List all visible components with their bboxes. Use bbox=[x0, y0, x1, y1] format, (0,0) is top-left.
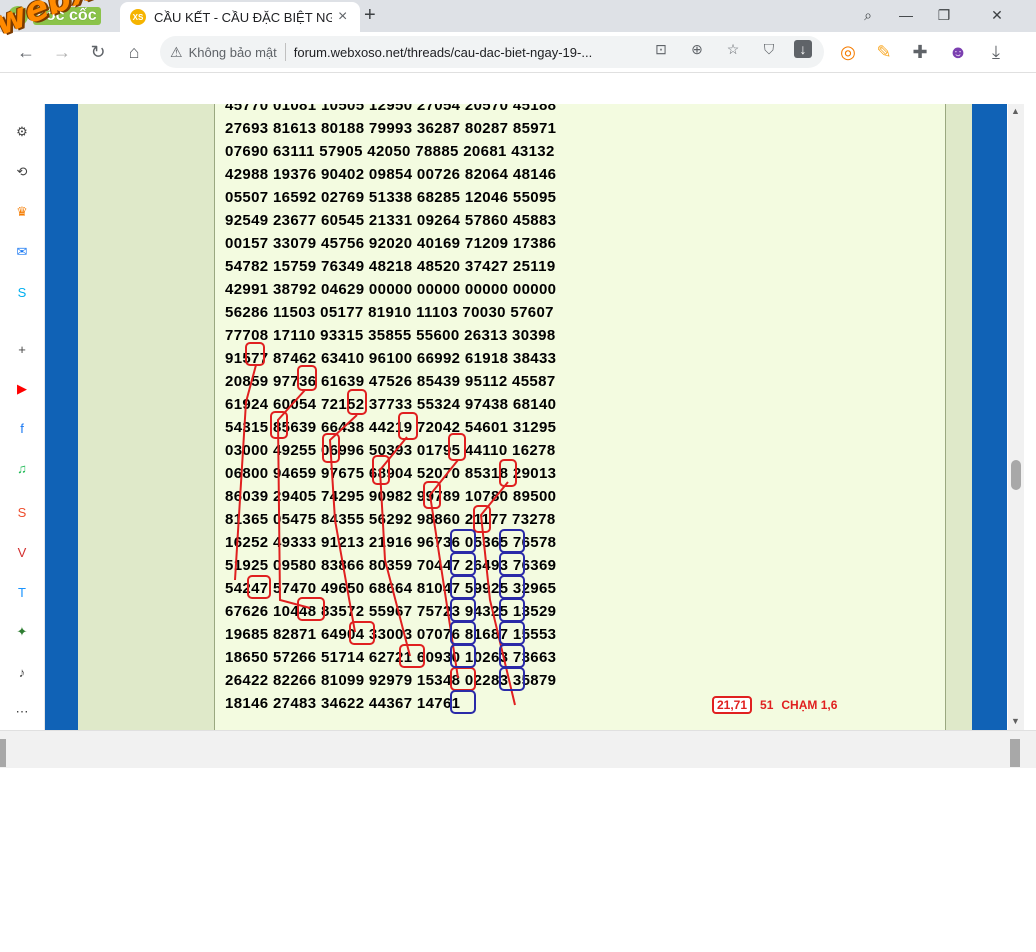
notification-bell-icon[interactable]: ♪ bbox=[10, 660, 34, 684]
number-row: 81365 05475 84355 56292 98860 21177 7327… bbox=[225, 511, 556, 528]
number-row: 91577 87462 63410 96100 66992 61918 3843… bbox=[225, 350, 557, 367]
prediction-line: 21,71 51 CHẠM 1,6 bbox=[712, 694, 837, 716]
bookmark-star-icon[interactable]: ☆ bbox=[724, 40, 742, 58]
popup-blocked-icon[interactable]: ⊡ bbox=[652, 40, 670, 58]
vertical-scrollbar[interactable]: ▲ ▼ bbox=[1008, 104, 1024, 730]
tiki-icon[interactable]: T bbox=[10, 580, 34, 604]
number-row: 18650 57266 51714 62721 60930 10263 7366… bbox=[225, 649, 557, 666]
profile-avatar-icon[interactable]: ☻ bbox=[946, 40, 970, 64]
crown-icon[interactable]: ♛ bbox=[10, 200, 34, 224]
security-label[interactable]: Không bảo mật bbox=[189, 45, 277, 60]
blank-area bbox=[0, 768, 1036, 952]
minimize-icon[interactable]: — bbox=[894, 3, 918, 27]
number-row: 45770 01081 10505 12950 27054 20570 4518… bbox=[225, 104, 557, 114]
number-row: 61924 60054 72152 37733 55324 97438 6814… bbox=[225, 396, 557, 413]
home-icon[interactable]: ⌂ bbox=[122, 40, 146, 64]
number-row: 86039 29405 74295 90982 99789 10780 8950… bbox=[225, 488, 557, 505]
number-row: 42991 38792 04629 00000 00000 00000 0000… bbox=[225, 281, 557, 298]
number-row: 92549 23677 60545 21331 09264 57860 4588… bbox=[225, 212, 557, 229]
horizontal-scroll-left[interactable] bbox=[0, 739, 6, 767]
number-row: 42988 19376 90402 09854 00726 82064 4814… bbox=[225, 166, 557, 183]
web-page: 45770 01081 10505 12950 27054 20570 4518… bbox=[45, 104, 1007, 730]
horizontal-scroll-right[interactable] bbox=[1010, 739, 1020, 767]
number-row: 18146 27483 34622 44367 14761 bbox=[225, 695, 461, 712]
number-row: 54247 57470 49650 68664 81047 59925 3296… bbox=[225, 580, 557, 597]
number-row: 56286 11503 05177 81910 11103 70030 5760… bbox=[225, 304, 554, 321]
forward-icon[interactable]: → bbox=[50, 40, 74, 64]
lottery-number-table: 45770 01081 10505 12950 27054 20570 4518… bbox=[225, 104, 556, 715]
number-row: 07690 63111 57905 42050 78885 20681 4313… bbox=[225, 143, 555, 160]
number-row: 00157 33079 45756 92020 40169 71209 1738… bbox=[225, 235, 557, 252]
add-icon[interactable]: + bbox=[10, 337, 34, 361]
number-row: 16252 49333 91213 21916 96736 05365 7657… bbox=[225, 534, 557, 551]
page-left-border bbox=[45, 104, 78, 730]
youtube-icon[interactable]: ▶ bbox=[10, 377, 34, 401]
browser-sidebar: ⚙ ⟲ ♛ ✉ S + ▶ f ♫ S V T ✦ ♪ ⋯ bbox=[0, 104, 45, 730]
number-row: 06800 94659 97675 68904 52070 85318 2901… bbox=[225, 465, 557, 482]
bookmark-bar bbox=[0, 73, 1036, 104]
downloads-icon[interactable]: ⤓ bbox=[984, 40, 1008, 64]
back-icon[interactable]: ← bbox=[14, 40, 38, 64]
vtv-icon[interactable]: V bbox=[10, 540, 34, 564]
skype-icon[interactable]: S bbox=[10, 280, 34, 304]
new-tab-button[interactable]: + bbox=[364, 4, 376, 27]
more-icon[interactable]: ⋯ bbox=[10, 700, 34, 724]
close-tab-icon[interactable]: × bbox=[338, 8, 347, 26]
settings-icon[interactable]: ⚙ bbox=[10, 120, 34, 144]
number-row: 67626 10448 83572 55967 75723 94325 1352… bbox=[225, 603, 557, 620]
spotify-icon[interactable]: ♫ bbox=[10, 456, 34, 480]
number-row: 19685 82871 64904 33003 07076 81687 1555… bbox=[225, 626, 557, 643]
tab-title: CẦU KẾT - CẦU ĐẶC BIỆT NG bbox=[154, 9, 332, 25]
warning-icon[interactable]: ⚠ bbox=[170, 44, 183, 61]
active-tab[interactable]: XS CẦU KẾT - CẦU ĐẶC BIỆT NG × bbox=[120, 2, 360, 32]
close-window-icon[interactable]: ✕ bbox=[972, 3, 1022, 27]
extra-number: 51 bbox=[760, 698, 774, 712]
number-row: 03000 49255 06996 50393 01795 44110 1627… bbox=[225, 442, 556, 459]
omnibox-divider bbox=[284, 43, 286, 61]
post-container: 45770 01081 10505 12950 27054 20570 4518… bbox=[78, 104, 990, 730]
coccoc-extension-icon[interactable]: ◎ bbox=[836, 40, 860, 64]
number-row: 27693 81613 80188 79993 36287 80287 8597… bbox=[225, 120, 557, 137]
number-row: 26422 82266 81099 92979 15348 02283 3587… bbox=[225, 672, 557, 689]
horizontal-scrollbar[interactable] bbox=[0, 730, 1036, 769]
vertical-scroll-thumb[interactable] bbox=[1011, 460, 1021, 490]
pencil-extension-icon[interactable]: ✎ bbox=[872, 40, 896, 64]
number-row: 51925 09580 83866 80359 70447 26493 7636… bbox=[225, 557, 557, 574]
number-row: 20859 97736 61639 47526 85439 95112 4558… bbox=[225, 373, 556, 390]
reload-icon[interactable]: ↻ bbox=[86, 40, 110, 64]
url-text[interactable]: forum.webxoso.net/threads/cau-dac-biet-n… bbox=[294, 45, 626, 60]
shield-icon[interactable]: ⛉ bbox=[760, 40, 778, 58]
post-body: 45770 01081 10505 12950 27054 20570 4518… bbox=[214, 104, 946, 730]
restore-icon[interactable]: ❐ bbox=[932, 3, 956, 27]
number-row: 77708 17110 93315 35855 55600 26313 3039… bbox=[225, 327, 556, 344]
tab-search-icon[interactable]: ⌕ bbox=[856, 3, 880, 27]
scroll-down-icon[interactable]: ▼ bbox=[1011, 716, 1020, 726]
history-icon[interactable]: ⟲ bbox=[10, 160, 34, 184]
number-row: 05507 16592 02769 51338 68285 12046 5509… bbox=[225, 189, 557, 206]
facebook-icon[interactable]: f bbox=[10, 416, 34, 440]
shopee-icon[interactable]: S bbox=[10, 500, 34, 524]
tab-strip: ✿ cốc cốc XS CẦU KẾT - CẦU ĐẶC BIỆT NG ×… bbox=[0, 0, 1036, 32]
browser-toolbar: ← → ↻ ⌂ ⚠ Không bảo mật forum.webxoso.ne… bbox=[0, 32, 1036, 73]
number-row: 54782 15759 76349 48218 48520 37427 2511… bbox=[225, 258, 556, 275]
tab-favicon-icon: XS bbox=[130, 9, 146, 25]
prediction-box: 21,71 bbox=[712, 696, 753, 714]
download-arrow-icon[interactable]: ↓ bbox=[794, 40, 812, 58]
extensions-puzzle-icon[interactable]: ✚ bbox=[908, 40, 932, 64]
cham-note: CHẠM 1,6 bbox=[781, 698, 838, 712]
scroll-up-icon[interactable]: ▲ bbox=[1011, 106, 1020, 116]
graduation-icon[interactable]: ✦ bbox=[10, 620, 34, 644]
number-row: 54315 85639 66438 44219 72042 54601 3129… bbox=[225, 419, 557, 436]
messenger-icon[interactable]: ✉ bbox=[10, 240, 34, 264]
page-right-border bbox=[972, 104, 1007, 730]
zoom-icon[interactable]: ⊕ bbox=[688, 40, 706, 58]
